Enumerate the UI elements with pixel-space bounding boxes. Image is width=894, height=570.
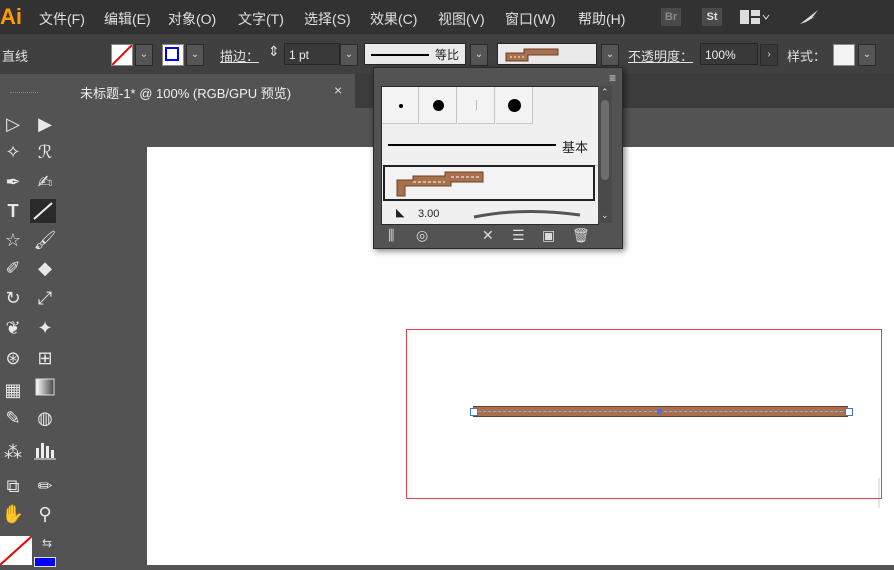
calligraphic-brush-icon: ◣: [396, 207, 405, 219]
brush-dot-small[interactable]: [382, 87, 419, 124]
anchor-handle-right[interactable]: [845, 408, 853, 416]
panel-footer: ⫼ ◎ ✕ ☰ ▣ 🗑: [374, 225, 622, 247]
brush-definition[interactable]: [497, 43, 597, 65]
basic-brush-line: [388, 144, 556, 146]
brush-options-icon[interactable]: ☰: [512, 227, 525, 244]
document-tab[interactable]: 未标题-1* @ 100% (RGB/GPU 预览) ×: [70, 74, 355, 108]
menu-help[interactable]: 帮助(H): [578, 9, 625, 29]
close-icon[interactable]: ×: [334, 82, 342, 98]
scroll-up-icon[interactable]: ⌃: [601, 87, 609, 98]
stroke-dropdown[interactable]: ⌄: [186, 44, 204, 66]
brush-pattern-selected[interactable]: [383, 165, 595, 201]
profile-dropdown[interactable]: ⌄: [470, 44, 488, 66]
brush-dot-faint[interactable]: [458, 87, 495, 124]
delete-brush-icon[interactable]: 🗑: [572, 227, 590, 244]
gradient-icon[interactable]: [32, 378, 58, 402]
feather-icon[interactable]: [798, 8, 820, 31]
artboard-icon[interactable]: ⧉: [0, 474, 26, 498]
workspace-icon[interactable]: [740, 10, 770, 24]
document-tab-title: 未标题-1* @ 100% (RGB/GPU 预览): [80, 86, 292, 101]
style-label: 样式：: [787, 49, 827, 64]
opacity-input[interactable]: 100%: [700, 43, 758, 65]
swap-colors-icon[interactable]: ⇆: [42, 536, 52, 550]
shape-icon[interactable]: ☆: [0, 228, 26, 252]
app-logo: Ai: [0, 4, 22, 29]
lasso-icon[interactable]: ℛ: [32, 140, 58, 164]
menu-type[interactable]: 文字(T): [238, 9, 284, 29]
toolbox: ▷ ▶ ✧ ℛ ✒ ✍ T ☆ 🖌 ✐ ◆ ↻ ⤢ ❦ ✦ ⊛ ⊞ ▦ ✎ ◍ …: [0, 74, 70, 567]
puppet-warp-icon[interactable]: ✦: [32, 316, 58, 340]
toolbox-grip[interactable]: [10, 92, 38, 95]
menu-object[interactable]: 对象(O): [168, 9, 216, 29]
stroke-weight-input[interactable]: 1 pt: [284, 43, 340, 65]
bridge-icon[interactable]: Br: [661, 8, 681, 26]
warp-icon[interactable]: ❦: [0, 316, 26, 340]
fill-dropdown[interactable]: ⌄: [135, 44, 153, 66]
brush-list: 基本 ◣ 3.00: [381, 86, 599, 225]
rotate-icon[interactable]: ↻: [0, 286, 26, 310]
zoom-icon[interactable]: ⚲: [32, 502, 58, 526]
magic-wand-icon[interactable]: ✧: [0, 140, 26, 164]
object-type-label: 直线: [2, 49, 29, 64]
menu-edit[interactable]: 编辑(E): [104, 9, 151, 29]
brush-dot-large[interactable]: [496, 87, 533, 124]
fill-swatch[interactable]: [111, 44, 133, 66]
stroke-spinner-icon[interactable]: ⇕: [268, 43, 280, 60]
style-dropdown[interactable]: ⌄: [858, 44, 876, 66]
slice-icon[interactable]: ✏: [32, 474, 58, 498]
symbol-sprayer-icon[interactable]: ⁂: [0, 440, 26, 464]
stock-icon[interactable]: St: [702, 8, 722, 26]
panel-menu-icon[interactable]: ≡: [609, 71, 616, 85]
new-brush-icon[interactable]: ▣: [542, 227, 555, 244]
pen-icon[interactable]: ✒: [0, 170, 26, 194]
menu-select[interactable]: 选择(S): [304, 9, 351, 29]
brush-library-icon[interactable]: ⫼: [388, 227, 394, 244]
basic-brush-label: 基本: [562, 140, 589, 155]
variable-width-profile[interactable]: 等比: [364, 43, 466, 65]
type-icon[interactable]: T: [0, 199, 26, 223]
paintbrush-icon[interactable]: 🖌: [32, 228, 58, 252]
brush-dropdown[interactable]: ⌄: [601, 44, 619, 66]
brush-dot-medium[interactable]: [420, 87, 457, 124]
selection-icon[interactable]: ▷: [0, 112, 26, 136]
center-point: [657, 409, 662, 414]
direct-selection-icon[interactable]: ▶: [32, 112, 58, 136]
menu-effect[interactable]: 效果(C): [370, 9, 417, 29]
menu-view[interactable]: 视图(V): [438, 9, 485, 29]
stroke-weight-dropdown[interactable]: ⌄: [340, 44, 358, 66]
stroke-label[interactable]: 描边：: [220, 46, 259, 65]
hand-icon[interactable]: ✋: [0, 502, 26, 526]
eraser-icon[interactable]: ◆: [32, 256, 58, 280]
scroll-down-icon[interactable]: ⌄: [601, 210, 609, 221]
scale-icon[interactable]: ⤢: [32, 286, 58, 310]
mesh-icon[interactable]: ▦: [0, 378, 26, 402]
column-graph-icon[interactable]: [32, 440, 58, 464]
libraries-panel-icon[interactable]: ◎: [416, 227, 428, 244]
blend-icon[interactable]: ◍: [32, 406, 58, 430]
shaper-icon[interactable]: ✐: [0, 256, 26, 280]
fill-color-swatch[interactable]: [0, 535, 33, 566]
opacity-arrow-icon[interactable]: ›: [760, 44, 778, 66]
remove-brush-stroke-icon[interactable]: ✕: [482, 227, 494, 244]
perspective-icon[interactable]: ⊞: [32, 346, 58, 370]
anchor-handle-left[interactable]: [470, 408, 478, 416]
brushes-panel: ≡ 基本 ◣ 3.00 ⌃ ⌄ ⫼ ◎ ✕ ☰ ▣ 🗑: [373, 67, 623, 249]
brush-calligraphic[interactable]: ◣ 3.00: [382, 203, 598, 224]
scroll-thumb[interactable]: [601, 100, 609, 180]
menu-bar: Ai 文件(F) 编辑(E) 对象(O) 文字(T) 选择(S) 效果(C) 视…: [0, 0, 894, 34]
brush-size-label: 3.00: [418, 208, 440, 220]
profile-label: 等比: [435, 48, 460, 62]
stroke-color-swatch[interactable]: [34, 557, 56, 567]
curvature-icon[interactable]: ✍: [32, 170, 58, 194]
panel-scrollbar[interactable]: ⌃ ⌄: [598, 86, 612, 223]
menu-window[interactable]: 窗口(W): [505, 9, 556, 29]
stroke-swatch[interactable]: [162, 44, 184, 66]
menu-file[interactable]: 文件(F): [39, 9, 85, 29]
opacity-label[interactable]: 不透明度：: [628, 46, 693, 65]
brush-basic[interactable]: 基本: [382, 125, 598, 166]
shape-builder-icon[interactable]: ⊛: [0, 346, 26, 370]
style-swatch[interactable]: [833, 44, 855, 66]
line-icon[interactable]: [30, 199, 56, 223]
eyedropper-icon[interactable]: ✎: [0, 406, 26, 430]
